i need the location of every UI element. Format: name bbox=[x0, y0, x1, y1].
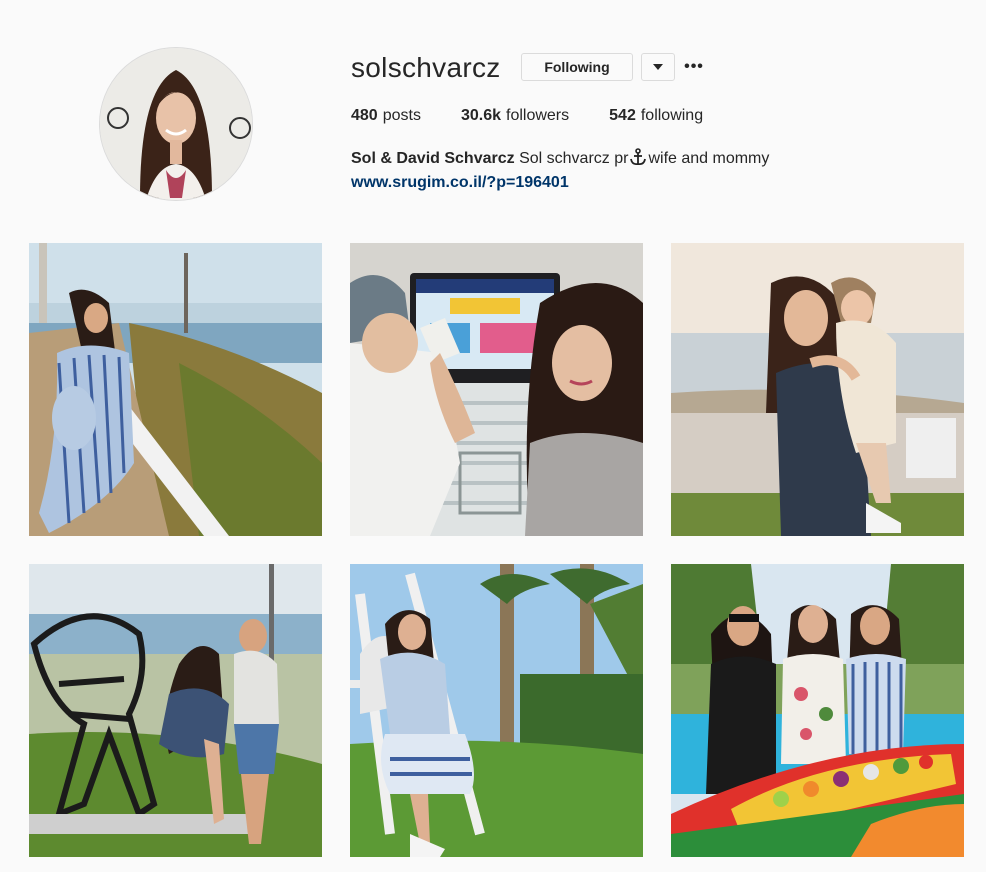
profile-stats: 480 posts 30.6k followers 542 following bbox=[351, 107, 743, 125]
anchor-emoji-icon bbox=[630, 148, 647, 166]
bio-text-before: Sol schvarcz pr bbox=[519, 150, 629, 167]
post-4[interactable] bbox=[29, 564, 322, 857]
post-6[interactable] bbox=[671, 564, 964, 857]
chevron-down-icon bbox=[653, 64, 663, 70]
posts-stat: 480 posts bbox=[351, 107, 421, 125]
following-label: following bbox=[640, 107, 704, 124]
post-5[interactable] bbox=[350, 564, 643, 857]
profile-avatar[interactable] bbox=[99, 47, 253, 201]
following-count: 542 bbox=[609, 107, 636, 124]
post-3[interactable] bbox=[671, 243, 964, 536]
ellipsis-icon: ••• bbox=[684, 58, 704, 75]
bio-text-after: wife and mommy bbox=[648, 150, 770, 167]
posts-label: posts bbox=[382, 107, 421, 124]
followers-count: 30.6k bbox=[460, 107, 501, 124]
followers-label: followers bbox=[506, 107, 570, 124]
following-button[interactable]: Following bbox=[521, 53, 633, 81]
followers-stat[interactable]: 30.6k followers bbox=[461, 107, 569, 125]
suggestions-dropdown-button[interactable] bbox=[641, 53, 675, 81]
more-options-button[interactable]: ••• bbox=[683, 58, 705, 76]
posts-count: 480 bbox=[351, 107, 378, 124]
following-stat[interactable]: 542 following bbox=[609, 107, 703, 125]
post-2[interactable] bbox=[350, 243, 643, 536]
full-name: Sol & David Schvarcz bbox=[351, 150, 515, 167]
post-1[interactable] bbox=[29, 243, 322, 536]
profile-username: solschvarcz bbox=[351, 52, 501, 83]
bio-link[interactable]: www.srugim.co.il/?p=196401 bbox=[351, 174, 569, 191]
profile-bio: Sol & David Schvarcz Sol schvarcz pr wif… bbox=[351, 147, 911, 195]
